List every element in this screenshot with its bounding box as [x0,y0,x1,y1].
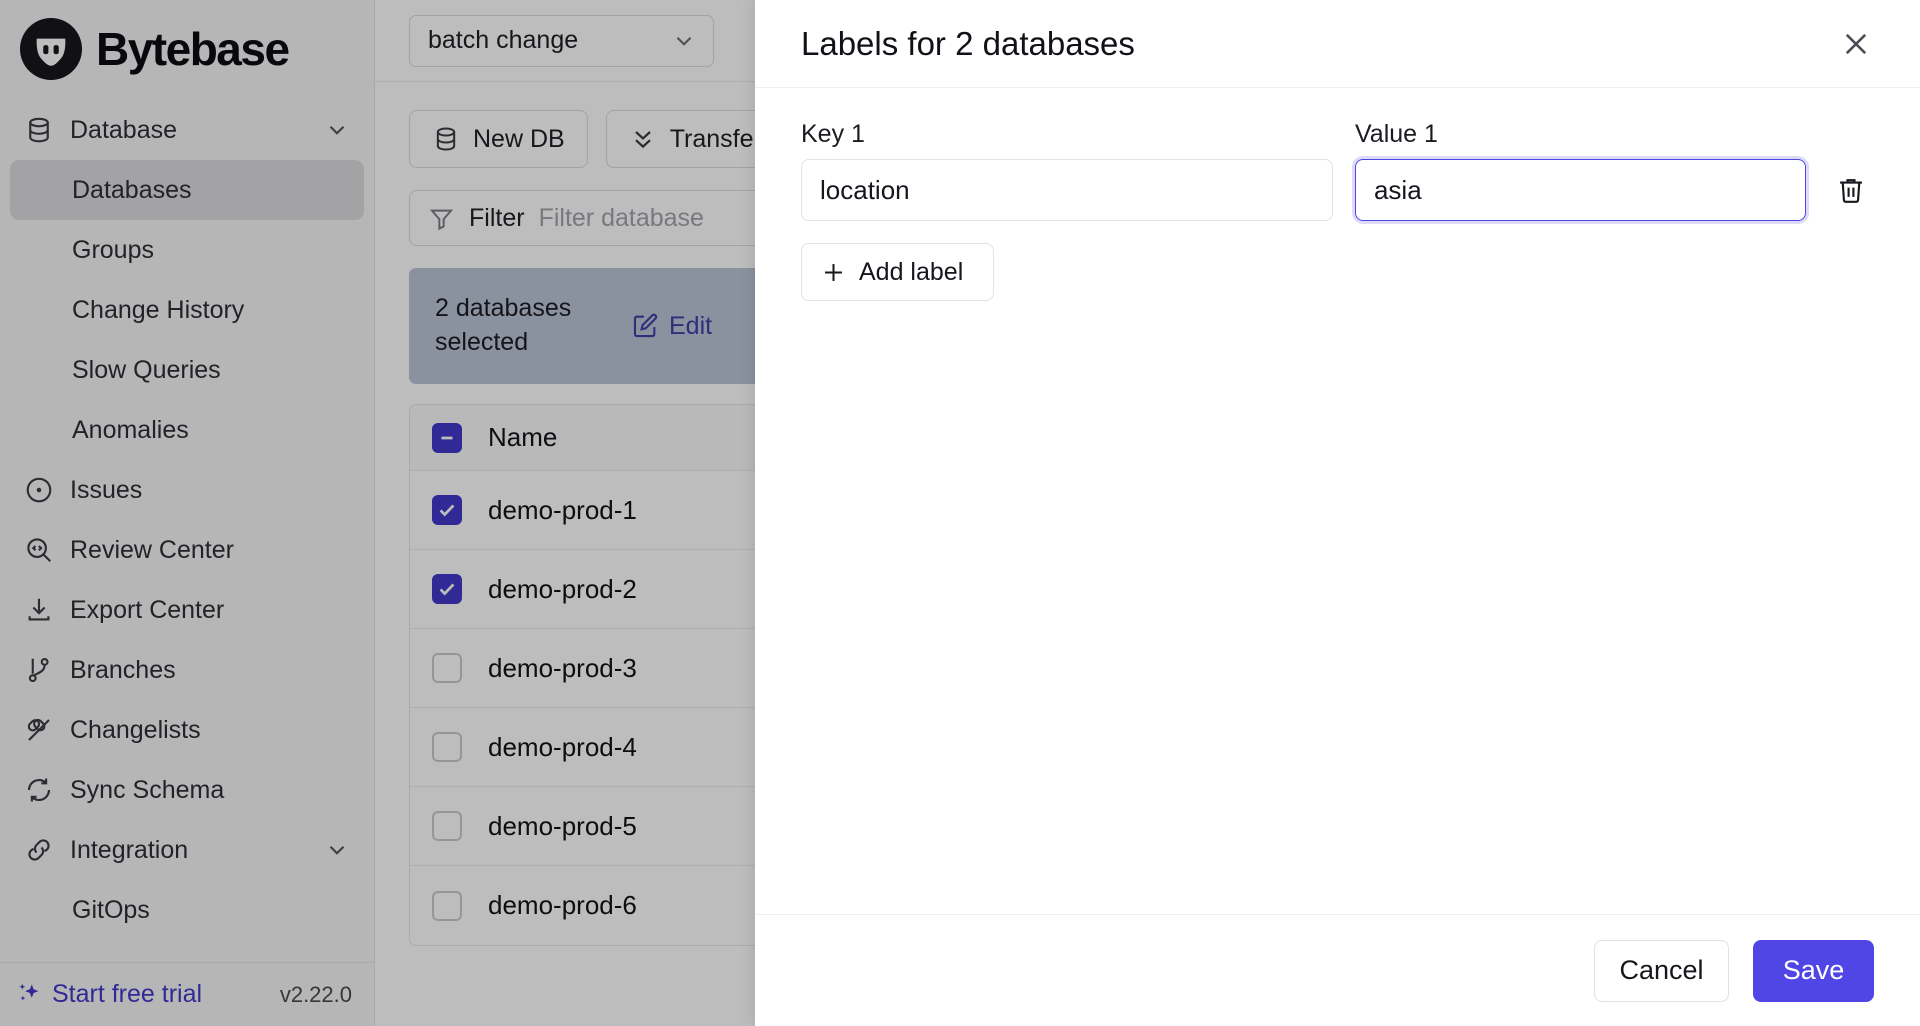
key-field-group: Key 1 location [801,120,1333,221]
add-label-button[interactable]: Add label [801,243,994,301]
value-input[interactable]: asia [1354,159,1807,221]
value-field-label: Value 1 [1354,120,1438,148]
delete-label-button[interactable] [1828,159,1874,221]
drawer-header: Labels for 2 databases [755,0,1920,88]
key-field-label: Key 1 [801,120,865,148]
trash-icon [1835,174,1867,206]
add-label-text: Add label [859,257,964,286]
cancel-button[interactable]: Cancel [1594,939,1729,1002]
label-row: Key 1 location Value 1 asia [801,120,1874,221]
app-root: Bytebase Database Databases Groups Chang… [0,0,1920,1026]
plus-icon [820,259,847,286]
labels-drawer: Labels for 2 databases Key 1 location Va… [755,0,1920,1026]
save-button[interactable]: Save [1753,939,1874,1002]
close-icon[interactable] [1834,22,1878,66]
drawer-body: Key 1 location Value 1 asia Add label [755,88,1920,914]
value-field-group: Value 1 asia [1354,120,1807,221]
drawer-title: Labels for 2 databases [801,24,1135,62]
key-input[interactable]: location [801,159,1333,221]
drawer-footer: Cancel Save [755,914,1920,1026]
